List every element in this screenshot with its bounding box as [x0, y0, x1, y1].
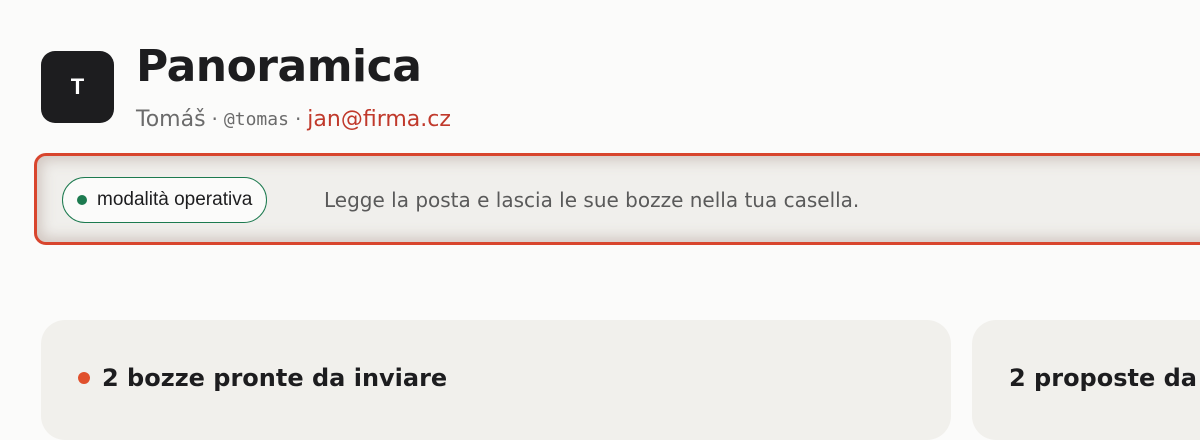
avatar: T: [41, 51, 114, 123]
avatar-initial: T: [70, 74, 85, 99]
separator: ·: [294, 107, 302, 131]
page-title: Panoramica: [136, 41, 422, 92]
user-handle: @tomas: [223, 108, 289, 130]
mode-badge-label: modalità operativa: [97, 189, 253, 210]
proposals-card-label: 2 proposte da c: [1009, 364, 1200, 392]
drafts-card-label: 2 bozze pronte da inviare: [102, 364, 448, 392]
mode-description: Legge la posta e lascia le sue bozze nel…: [324, 188, 860, 212]
status-dot-icon: [77, 195, 87, 205]
user-name: Tomáš: [136, 106, 206, 132]
alert-dot-icon: [78, 372, 90, 384]
account-info: Tomáš · @tomas · jan@firma.cz: [136, 104, 451, 134]
proposals-card[interactable]: 2 proposte da c: [972, 320, 1200, 440]
drafts-card-title: 2 bozze pronte da inviare: [78, 364, 447, 392]
proposals-card-title: 2 proposte da c: [1009, 364, 1200, 392]
separator: ·: [211, 107, 218, 131]
mode-status-badge[interactable]: modalità operativa: [62, 177, 268, 223]
drafts-card[interactable]: 2 bozze pronte da inviare: [41, 320, 951, 440]
user-email-link[interactable]: jan@firma.cz: [307, 107, 451, 132]
